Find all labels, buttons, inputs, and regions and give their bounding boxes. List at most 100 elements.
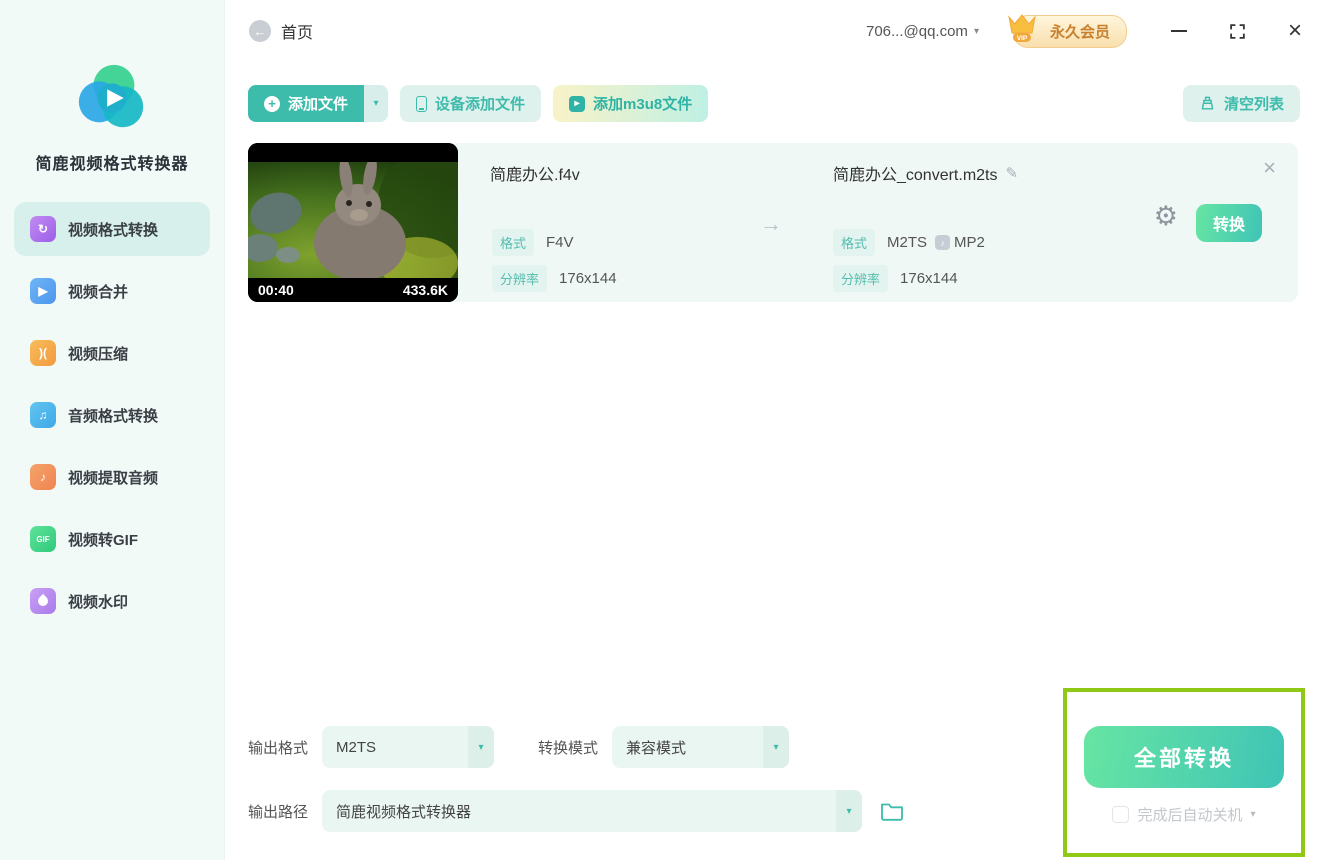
add-file-label: 添加文件 [288, 96, 349, 113]
sidebar-item-video-watermark[interactable]: 视频水印 [14, 574, 210, 628]
sidebar-item-audio-format-convert[interactable]: ♫ 音频格式转换 [14, 388, 210, 442]
sidebar-nav: ↻ 视频格式转换 ▶ 视频合并 )( 视频压缩 ♫ 音频格式转换 ♪ 视频提取音… [0, 202, 224, 628]
fullscreen-icon [1230, 23, 1245, 39]
file-row: 00:40 433.6K 简鹿办公.f4v 格式 F4V 分辨率 176x144… [248, 143, 1298, 302]
app-window: 简鹿视频格式转换器 ↻ 视频格式转换 ▶ 视频合并 )( 视频压缩 ♫ 音频格式… [0, 0, 1326, 860]
source-resolution-row: 分辨率 176x144 [492, 265, 617, 292]
account-caret-icon[interactable]: ▾ [974, 26, 979, 37]
output-path-select[interactable]: 简鹿视频格式转换器 ▾ [322, 790, 863, 832]
video-convert-icon: ↻ [30, 216, 56, 242]
sidebar-item-label: 视频转GIF [68, 531, 138, 549]
minimize-button[interactable] [1170, 30, 1187, 32]
video-thumbnail: 00:40 433.6K [248, 143, 458, 302]
output-path-value: 简鹿视频格式转换器 [336, 803, 472, 821]
add-m3u8-button[interactable]: ▸ 添加m3u8文件 [553, 85, 709, 122]
sidebar-item-video-compress[interactable]: )( 视频压缩 [14, 326, 210, 380]
close-button[interactable]: × [1288, 19, 1302, 43]
audio-codec-icon: ♪ [935, 235, 951, 250]
toolbar: + 添加文件 ▾ 设备添加文件 ▸ 添加m3u8文件 清空列表 [248, 85, 1300, 122]
clear-list-label: 清空列表 [1223, 96, 1284, 113]
sidebar-item-video-merge[interactable]: ▶ 视频合并 [14, 264, 210, 318]
output-format-selected: M2TS [336, 738, 377, 756]
auto-shutdown-row: 完成后自动关机 ▾ [1112, 804, 1256, 825]
minimize-icon [1170, 30, 1187, 32]
auto-shutdown-label: 完成后自动关机 [1137, 807, 1243, 824]
sidebar-item-label: 视频提取音频 [68, 469, 159, 487]
broom-icon [1201, 96, 1214, 110]
output-name-row: 简鹿办公_convert.m2ts ✎ [833, 161, 1018, 185]
output-format-value: M2TS [887, 234, 928, 251]
chevron-down-icon: ▾ [836, 790, 863, 832]
output-file-name: 简鹿办公_convert.m2ts [833, 167, 998, 184]
convert-mode-label: 转换模式 [538, 739, 599, 757]
source-format-value: F4V [546, 234, 574, 251]
chevron-down-icon: ▾ [373, 98, 379, 109]
auto-shutdown-checkbox[interactable] [1112, 806, 1130, 823]
settings-gear-icon[interactable]: ⚙ [1154, 203, 1178, 230]
sidebar-item-extract-audio[interactable]: ♪ 视频提取音频 [14, 450, 210, 504]
source-format-row: 格式 F4V [492, 229, 574, 256]
open-folder-button[interactable] [880, 801, 904, 821]
output-resolution-row: 分辨率 176x144 [833, 265, 958, 292]
convert-all-button[interactable]: 全部转换 [1084, 726, 1284, 788]
edit-name-icon[interactable]: ✎ [1006, 164, 1019, 182]
clear-list-button[interactable]: 清空列表 [1182, 85, 1300, 122]
sidebar-item-label: 视频合并 [68, 283, 129, 301]
format-tag: 格式 [492, 229, 535, 256]
add-file-button[interactable]: + 添加文件 [248, 85, 365, 122]
output-audio-codec: MP2 [954, 234, 985, 251]
chevron-down-icon[interactable]: ▾ [1250, 809, 1255, 820]
sidebar-item-video-to-gif[interactable]: GIF 视频转GIF [14, 512, 210, 566]
vip-badge[interactable]: VIP 永久会员 [1008, 13, 1127, 48]
video-duration: 00:40 [258, 282, 294, 298]
watermark-icon [30, 588, 56, 614]
window-controls: × [1170, 19, 1302, 43]
account-email[interactable]: 706...@qq.com [866, 23, 968, 40]
add-file-split-button: + 添加文件 ▾ [248, 85, 389, 122]
video-merge-icon: ▶ [30, 278, 56, 304]
output-settings-row: 输出格式 M2TS ▾ 转换模式 兼容模式 ▾ [248, 726, 790, 768]
svg-text:VIP: VIP [1017, 35, 1028, 42]
sidebar-item-label: 视频格式转换 [68, 221, 159, 239]
video-preview-image [248, 143, 458, 302]
app-logo [0, 58, 224, 136]
add-m3u8-label: 添加m3u8文件 [593, 96, 693, 113]
audio-convert-icon: ♫ [30, 402, 56, 428]
video-to-gif-icon: GIF [30, 526, 56, 552]
convert-mode-select[interactable]: 兼容模式 ▾ [612, 726, 790, 768]
sidebar-item-label: 视频水印 [68, 593, 129, 611]
sidebar: 简鹿视频格式转换器 ↻ 视频格式转换 ▶ 视频合并 )( 视频压缩 ♫ 音频格式… [0, 0, 225, 860]
output-format-select[interactable]: M2TS ▾ [322, 726, 495, 768]
convert-button[interactable]: 转换 [1196, 204, 1262, 242]
sidebar-item-video-format-convert[interactable]: ↻ 视频格式转换 [14, 202, 210, 256]
maximize-button[interactable] [1229, 23, 1246, 40]
home-label[interactable]: 首页 [281, 19, 313, 43]
folder-icon [881, 803, 903, 821]
convert-all-highlight-box: 全部转换 完成后自动关机 ▾ [1063, 688, 1305, 857]
output-path-row: 输出路径 简鹿视频格式转换器 ▾ [248, 790, 904, 832]
convert-arrow-icon: → [760, 211, 782, 236]
add-file-dropdown[interactable]: ▾ [364, 85, 389, 122]
source-file-name: 简鹿办公.f4v [490, 167, 580, 184]
sidebar-item-label: 音频格式转换 [68, 407, 159, 425]
output-format-row: 格式 M2TS ♪ MP2 [833, 229, 985, 256]
header: ← 首页 706...@qq.com ▾ VIP 永久会员 × [225, 0, 1326, 62]
thumbnail-meta: 00:40 433.6K [258, 282, 448, 298]
format-tag: 格式 [833, 229, 876, 256]
remove-file-icon[interactable]: × [1263, 157, 1276, 179]
main-panel: ← 首页 706...@qq.com ▾ VIP 永久会员 × + 添加文件 ▾… [225, 0, 1326, 860]
device-add-file-button[interactable]: 设备添加文件 [400, 85, 542, 122]
app-logo-icon [78, 64, 144, 128]
header-right: 706...@qq.com ▾ VIP 永久会员 × [866, 13, 1302, 48]
back-button[interactable]: ← [249, 20, 271, 42]
resolution-tag: 分辨率 [833, 265, 889, 292]
output-format-label: 输出格式 [248, 739, 309, 757]
chevron-down-icon: ▾ [468, 726, 495, 768]
convert-mode-selected: 兼容模式 [626, 739, 687, 757]
extract-audio-icon: ♪ [30, 464, 56, 490]
resolution-tag: 分辨率 [492, 265, 548, 292]
video-compress-icon: )( [30, 340, 56, 366]
output-resolution-value: 176x144 [900, 270, 958, 287]
crown-icon: VIP [1008, 13, 1036, 42]
device-add-label: 设备添加文件 [435, 96, 526, 113]
